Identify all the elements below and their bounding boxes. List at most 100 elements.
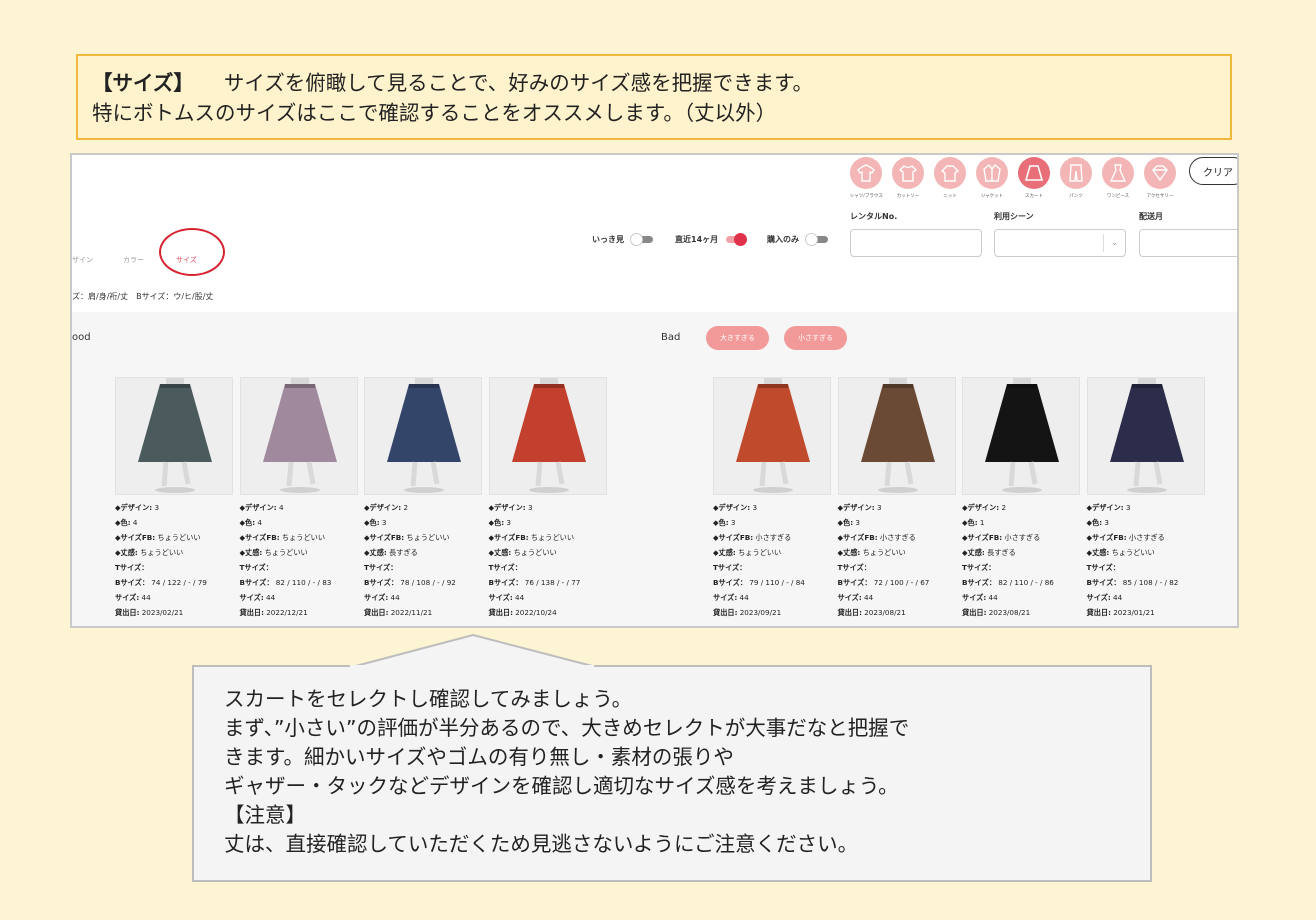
info-line: Bサイズ： 79 / 110 / - / 84	[713, 578, 805, 587]
info-line: ◆デザイン: 4	[239, 503, 284, 512]
info-line: Bサイズ： 85 / 108 / - / 82	[1086, 578, 1179, 587]
product-info: ◆デザイン: 2 ◆色: 3 ◆サイズFB: ちょうどいい ◆丈感: 長すぎる Tサイズ…	[364, 500, 484, 620]
category-shirt[interactable]: シャツ/ブラウス	[848, 157, 884, 199]
info-line: ◆丈感: ちょうどいい	[115, 548, 184, 557]
info-line: ◆サイズFB: 小さすぎる	[962, 533, 1041, 542]
info-line: ◆サイズFB: ちょうどいい	[364, 533, 450, 542]
good-item-card[interactable]: ◆デザイン: 2 ◆色: 3 ◆サイズFB: ちょうどいい ◆丈感: 長すぎる Tサイズ…	[364, 377, 484, 620]
info-line: サイズ: 44	[488, 593, 525, 602]
callout-line: まず、”小さい”の評価が半分あるので、大きめセレクトが大事だなと把握で	[224, 716, 910, 740]
product-image[interactable]	[962, 377, 1080, 495]
good-label: ood	[72, 332, 91, 343]
info-line: Bサイズ： 76 / 138 / - / 77	[488, 578, 581, 587]
product-image[interactable]	[488, 377, 607, 495]
product-info: ◆デザイン: 2 ◆色: 1 ◆サイズFB: 小さすぎる ◆丈感: 長すぎる Tサイズ：…	[962, 500, 1082, 620]
product-image[interactable]	[837, 377, 956, 495]
rental-no-label: レンタルNo.	[850, 212, 898, 221]
category-label: パンツ	[1069, 193, 1083, 199]
category-label: ワンピース	[1106, 193, 1130, 199]
app-screenshot: シャツ/ブラウス カットソー ニット ジャケット スカート パンツ ワンピース アクセサリー …	[70, 153, 1239, 628]
info-line: ◆サイズFB: ちょうどいい	[488, 533, 575, 542]
info-line: 貸出日: 2022/11/21	[364, 608, 433, 617]
product-image[interactable]	[364, 377, 482, 495]
bad-item-card[interactable]: ◆デザイン: 3 ◆色: 3 ◆サイズFB: 小さすぎる ◆丈感: ちょうどいい Tサイ…	[713, 377, 833, 620]
tab-color[interactable]: カラー	[123, 255, 144, 265]
info-line: ◆サイズFB: 小さすぎる	[837, 533, 916, 542]
info-line: ◆丈感: ちょうどいい	[713, 548, 782, 557]
dress-icon	[1102, 157, 1134, 189]
info-line: ◆丈感: ちょうどいい	[488, 548, 557, 557]
info-line: サイズ: 44	[837, 593, 874, 602]
bad-item-card[interactable]: ◆デザイン: 3 ◆色: 3 ◆サイズFB: 小さすぎる ◆丈感: ちょうどいい Tサイ…	[1086, 377, 1207, 620]
info-line: Tサイズ：	[239, 563, 273, 572]
info-line: Bサイズ： 74 / 122 / - / 79	[115, 578, 207, 587]
note-line-1: サイズを俯瞰して見ることで、好みのサイズ感を把握できます。	[223, 71, 814, 95]
category-skirt[interactable]: スカート	[1016, 157, 1052, 199]
knit-icon	[934, 157, 966, 189]
bad-label: Bad	[661, 332, 681, 343]
recent-toggle[interactable]	[723, 233, 747, 246]
category-knit[interactable]: ニット	[932, 157, 968, 199]
info-line: ◆サイズFB: 小さすぎる	[1086, 533, 1165, 542]
scene-select[interactable]: ⌄	[994, 229, 1126, 257]
category-dress[interactable]: ワンピース	[1100, 157, 1136, 199]
product-image[interactable]	[115, 377, 233, 495]
info-line: ◆デザイン: 3	[713, 503, 758, 512]
note-line-2: 特にボトムスのサイズはここで確認することをオススメします。（丈以外）	[92, 101, 777, 125]
info-line: サイズ: 44	[239, 593, 276, 602]
info-line: Bサイズ： 82 / 110 / - / 86	[962, 578, 1054, 587]
category-label: ジャケット	[980, 193, 1004, 199]
clear-button[interactable]: クリア	[1189, 157, 1237, 185]
accessory-icon	[1144, 157, 1176, 189]
good-item-card[interactable]: ◆デザイン: 3 ◆色: 4 ◆サイズFB: ちょうどいい ◆丈感: ちょうどいい Tサ…	[115, 377, 235, 620]
info-line: Tサイズ：	[115, 563, 149, 572]
info-line: ◆色: 1	[962, 518, 985, 527]
product-info: ◆デザイン: 3 ◆色: 3 ◆サイズFB: 小さすぎる ◆丈感: ちょうどいい Tサイ…	[1087, 500, 1207, 620]
good-item-card[interactable]: ◆デザイン: 4 ◆色: 4 ◆サイズFB: ちょうどいい ◆丈感: ちょうどいい Tサ…	[239, 377, 360, 620]
purchase-only-toggle[interactable]	[805, 233, 829, 246]
category-accessory[interactable]: アクセサリー	[1142, 157, 1178, 199]
info-line: ◆色: 3	[488, 518, 511, 527]
category-jacket[interactable]: ジャケット	[974, 157, 1010, 199]
info-line: ◆色: 4	[115, 518, 138, 527]
info-line: ◆サイズFB: 小さすぎる	[713, 533, 792, 542]
info-line: ◆デザイン: 2	[962, 503, 1007, 512]
bad-item-card[interactable]: ◆デザイン: 2 ◆色: 1 ◆サイズFB: 小さすぎる ◆丈感: 長すぎる Tサイズ：…	[962, 377, 1082, 620]
product-image[interactable]	[239, 377, 358, 495]
product-image[interactable]	[713, 377, 831, 495]
info-line: ◆丈感: ちょうどいい	[239, 548, 308, 557]
info-line: 貸出日: 2023/02/21	[115, 608, 184, 617]
scene-label: 利用シーン	[994, 212, 1034, 221]
good-item-card[interactable]: ◆デザイン: 3 ◆色: 3 ◆サイズFB: ちょうどいい ◆丈感: ちょうどいい Tサ…	[488, 377, 609, 620]
too-small-button[interactable]: 小さすぎる	[784, 326, 847, 350]
too-big-button[interactable]: 大きすぎる	[706, 326, 769, 350]
ikkimi-label: いっき見	[592, 235, 624, 244]
callout-line: スカートをセレクトし確認してみましょう。	[224, 687, 633, 711]
product-info: ◆デザイン: 3 ◆色: 3 ◆サイズFB: 小さすぎる ◆丈感: ちょうどいい Tサイ…	[713, 500, 833, 620]
callout-pointer	[351, 633, 597, 668]
rental-no-input[interactable]	[850, 229, 982, 257]
product-image[interactable]	[1086, 377, 1205, 495]
category-pants[interactable]: パンツ	[1058, 157, 1094, 199]
tab-design[interactable]: ザイン	[72, 255, 93, 265]
product-info: ◆デザイン: 3 ◆色: 4 ◆サイズFB: ちょうどいい ◆丈感: ちょうどいい Tサ…	[115, 500, 235, 620]
info-line: サイズ: 44	[962, 593, 998, 602]
purchase-only-label: 購入のみ	[767, 235, 799, 244]
month-label: 配送月	[1139, 212, 1163, 221]
category-label: ニット	[943, 193, 957, 199]
month-select[interactable]	[1139, 229, 1237, 257]
bad-item-card[interactable]: ◆デザイン: 3 ◆色: 3 ◆サイズFB: 小さすぎる ◆丈感: ちょうどいい Tサイ…	[837, 377, 958, 620]
info-line: Tサイズ：	[1086, 563, 1120, 572]
product-info: ◆デザイン: 3 ◆色: 3 ◆サイズFB: 小さすぎる ◆丈感: ちょうどいい Tサイ…	[838, 500, 958, 620]
info-line: ◆色: 4	[239, 518, 262, 527]
category-tshirt[interactable]: カットソー	[890, 157, 926, 199]
ikkimi-toggle[interactable]	[630, 233, 654, 246]
info-line: ◆デザイン: 3	[115, 503, 160, 512]
info-line: ◆丈感: 長すぎる	[962, 548, 1016, 557]
product-info: ◆デザイン: 4 ◆色: 4 ◆サイズFB: ちょうどいい ◆丈感: ちょうどいい Tサ…	[240, 500, 360, 620]
jacket-icon	[976, 157, 1008, 189]
info-line: 貸出日: 2022/12/21	[239, 608, 308, 617]
callout-line: 【注意】	[224, 803, 306, 827]
chevron-down-icon: ⌄	[1103, 234, 1125, 252]
info-line: ◆色: 3	[364, 518, 387, 527]
